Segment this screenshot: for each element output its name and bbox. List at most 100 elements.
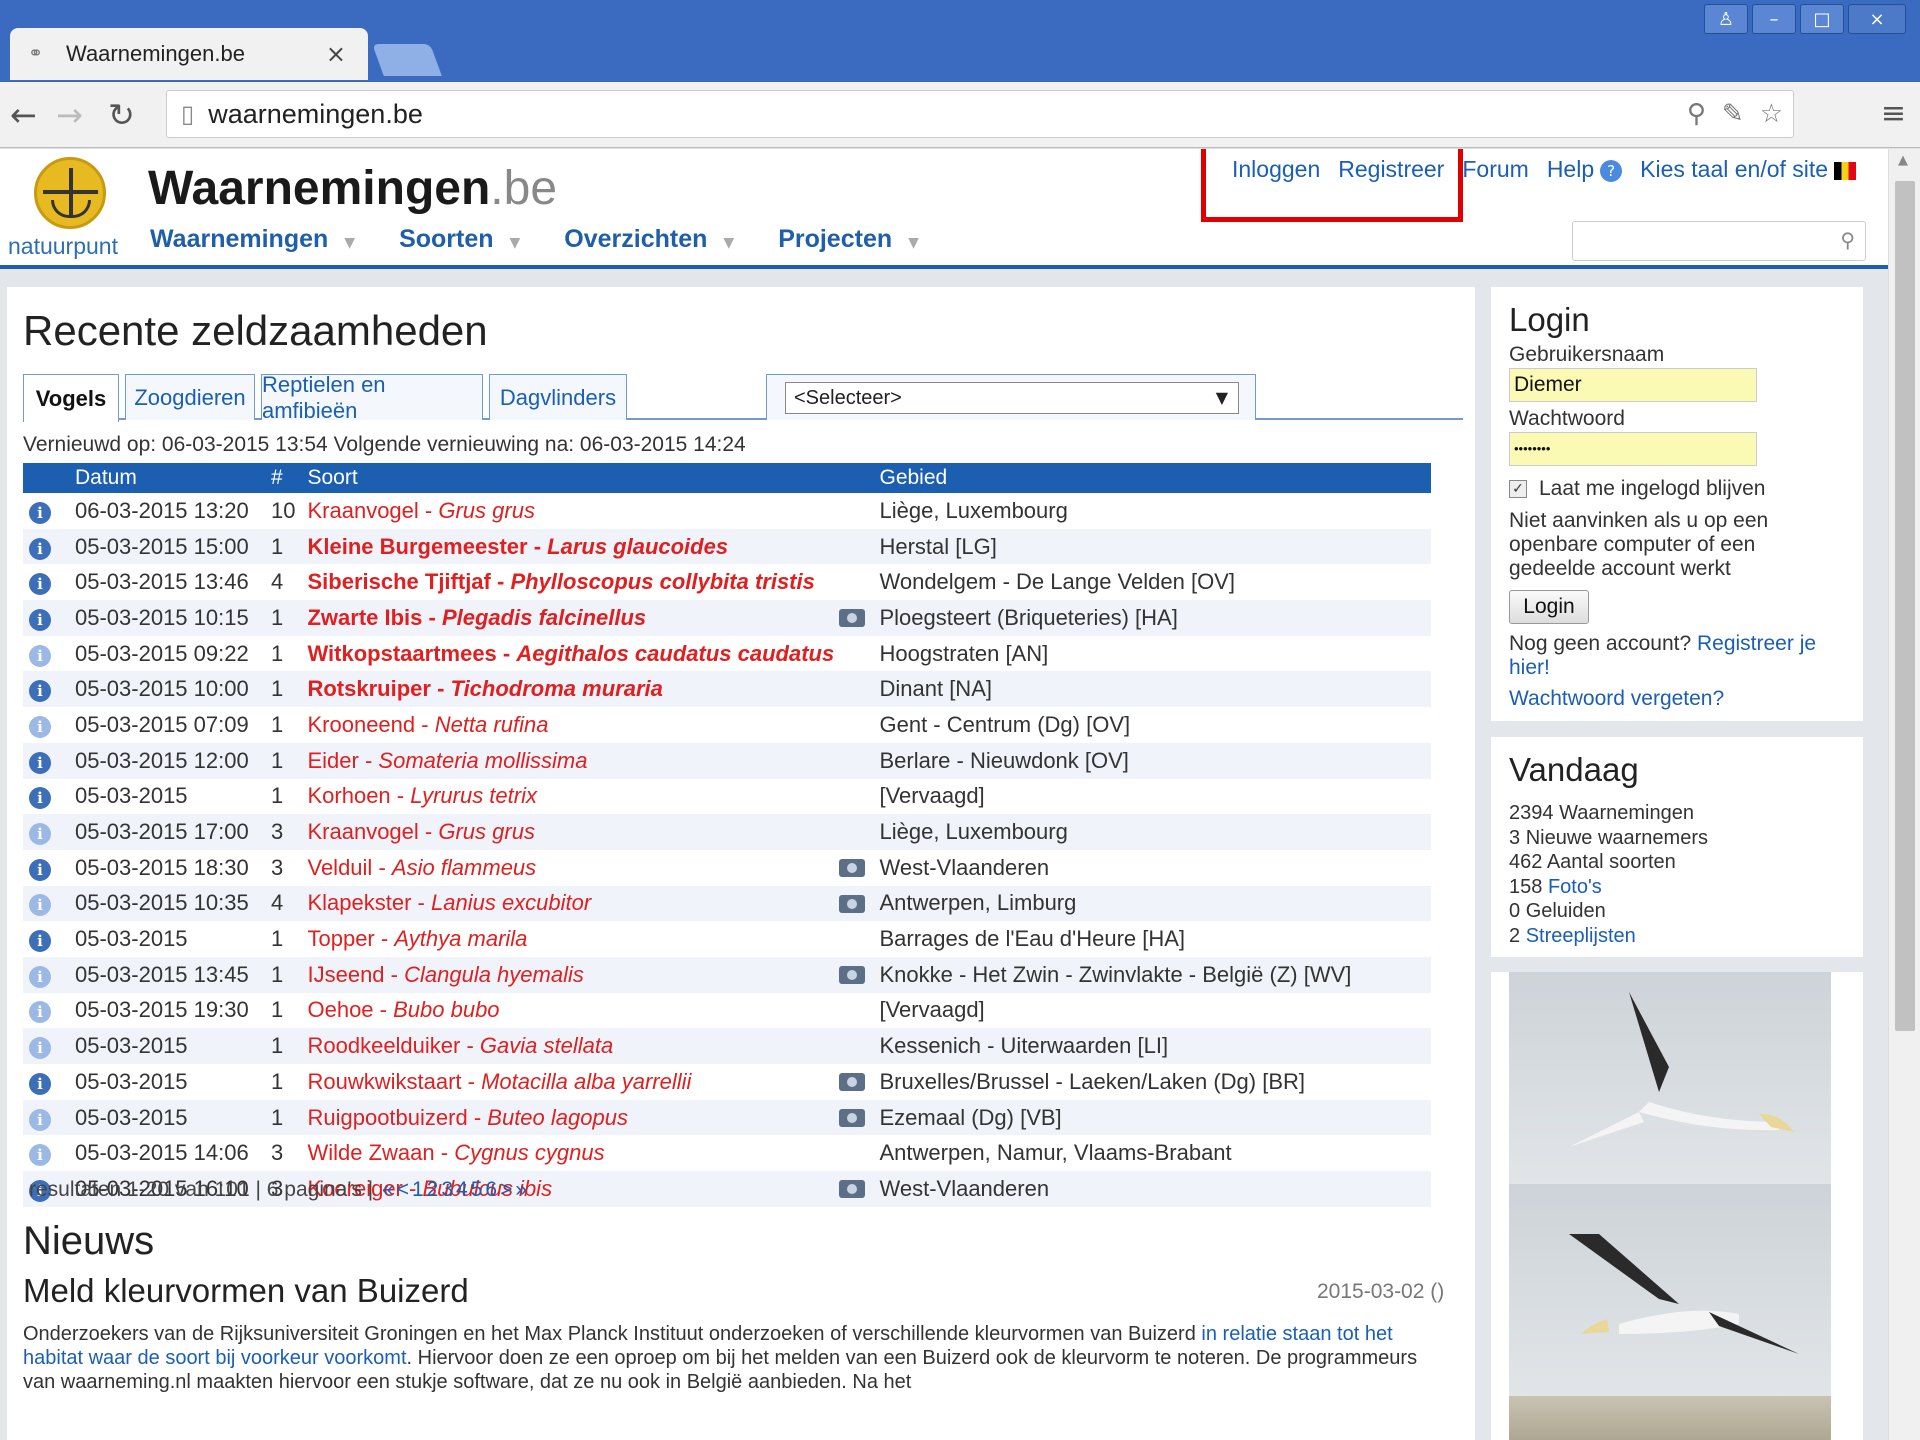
table-row[interactable]: i 05-03-2015 10:00 1 Rotskruiper - Tichodro… — [23, 671, 1431, 708]
info-icon[interactable]: i — [29, 608, 51, 631]
extension-icon[interactable]: ✎ — [1722, 99, 1744, 129]
row-info[interactable]: i — [23, 1099, 69, 1136]
species-link[interactable]: Wilde Zwaan - Cygnus cygnus — [307, 1140, 604, 1165]
username-input[interactable]: Diemer — [1509, 368, 1757, 402]
table-row[interactable]: i 05-03-2015 17:00 3 Kraanvogel - Grus grus… — [23, 814, 1431, 850]
pager-link[interactable]: 2 — [427, 1178, 439, 1201]
info-icon[interactable]: i — [29, 823, 51, 846]
natuurpunt-label[interactable]: natuurpunt — [8, 233, 118, 260]
row-info[interactable]: i — [23, 885, 69, 922]
row-info[interactable]: i — [23, 564, 69, 600]
pager-link[interactable]: 3 — [441, 1178, 453, 1201]
info-icon[interactable]: i — [29, 501, 51, 524]
table-row[interactable]: i 05-03-2015 10:15 1 Zwarte Ibis - Plegadis… — [23, 600, 1431, 636]
species-link[interactable]: Kleine Burgemeester - Larus glaucoides — [307, 534, 728, 559]
pager-link[interactable]: < — [397, 1178, 409, 1201]
species-link[interactable]: Krooneend - Netta rufina — [307, 712, 548, 737]
col-gebied[interactable]: Gebied — [873, 463, 1431, 493]
info-icon[interactable]: i — [29, 537, 51, 560]
natuurpunt-logo[interactable] — [34, 157, 106, 229]
info-icon[interactable]: i — [29, 1108, 51, 1131]
camera-icon[interactable] — [839, 965, 866, 984]
info-icon[interactable]: i — [29, 1072, 51, 1095]
species-link[interactable]: Witkopstaartmees - Aegithalos caudatus c… — [307, 641, 834, 666]
info-icon[interactable]: i — [29, 573, 51, 596]
news-item-title[interactable]: Meld kleurvormen van Buizerd — [23, 1272, 469, 1310]
camera-icon[interactable] — [839, 1180, 866, 1199]
species-link[interactable]: Velduil - Asio flammeus — [307, 855, 536, 880]
help-link[interactable]: Help? — [1547, 156, 1623, 183]
browser-tab[interactable]: ⚭ Waarnemingen.be × — [10, 28, 368, 80]
row-info[interactable]: i — [23, 707, 69, 743]
info-icon[interactable]: i — [29, 965, 51, 988]
info-icon[interactable]: i — [29, 894, 51, 917]
col-soort[interactable]: Soort — [301, 463, 874, 493]
species-link[interactable]: Oehoe - Bubo bubo — [307, 997, 499, 1022]
row-info[interactable]: i — [23, 1028, 69, 1064]
pager-link[interactable]: « — [382, 1178, 394, 1201]
info-icon[interactable]: i — [29, 787, 51, 810]
search-icon[interactable]: ⚲ — [1840, 228, 1855, 252]
pager-link[interactable]: » — [515, 1178, 527, 1201]
forum-link[interactable]: Forum — [1462, 156, 1528, 183]
info-icon[interactable]: i — [29, 751, 51, 774]
nav-projecten[interactable]: Projecten ▼ — [778, 225, 919, 254]
user-icon[interactable]: ♙ — [1704, 4, 1748, 34]
camera-icon[interactable] — [839, 894, 866, 913]
table-row[interactable]: i 05-03-2015 12:00 1 Eider - Somateria moll… — [23, 742, 1431, 779]
table-row[interactable]: i 05-03-2015 07:09 1 Krooneend - Netta rufi… — [23, 707, 1431, 743]
info-icon[interactable]: i — [29, 1001, 51, 1024]
species-link[interactable]: Korhoen - Lyrurus tetrix — [307, 783, 537, 808]
row-info[interactable]: i — [23, 671, 69, 708]
site-search-input[interactable]: ⚲ — [1572, 221, 1866, 261]
row-info[interactable]: i — [23, 600, 69, 636]
gannet-photo-1[interactable] — [1509, 972, 1831, 1184]
table-row[interactable]: i 05-03-2015 13:45 1 IJseend - Clangula hye… — [23, 956, 1431, 993]
table-row[interactable]: i 05-03-2015 1 Ruigpootbuizerd - Buteo lago… — [23, 1099, 1431, 1136]
species-link[interactable]: Siberische Tjiftjaf - Phylloscopus colly… — [307, 569, 814, 594]
row-info[interactable]: i — [23, 1064, 69, 1100]
login-button[interactable]: Login — [1509, 590, 1589, 624]
table-row[interactable]: i 05-03-2015 1 Korhoen - Lyrurus tetrix [Ver… — [23, 779, 1431, 815]
species-link[interactable]: Klapekster - Lanius excubitor — [307, 890, 591, 915]
species-link[interactable]: Rouwkwikstaart - Motacilla alba yarrelli… — [307, 1069, 691, 1094]
language-link[interactable]: Kies taal en/of site — [1640, 156, 1857, 183]
row-info[interactable]: i — [23, 850, 69, 886]
pager-link[interactable]: > — [500, 1178, 512, 1201]
table-row[interactable]: i 05-03-2015 1 Topper - Aythya marila Barrag… — [23, 921, 1431, 957]
new-tab-button[interactable] — [372, 44, 442, 76]
species-link[interactable]: Eider - Somateria mollissima — [307, 748, 587, 773]
stat-link[interactable]: Foto's — [1548, 876, 1602, 898]
species-link[interactable]: Ruigpootbuizerd - Buteo lagopus — [307, 1105, 627, 1130]
page-scrollbar[interactable]: ▲ — [1888, 149, 1920, 1440]
table-row[interactable]: i 05-03-2015 13:46 4 Siberische Tjiftjaf - … — [23, 564, 1431, 600]
forgot-password-link[interactable]: Wachtwoord vergeten? — [1509, 687, 1724, 711]
species-link[interactable]: Roodkeelduiker - Gavia stellata — [307, 1033, 613, 1058]
tab-reptielen[interactable]: Reptielen en amfibieën — [261, 372, 483, 423]
species-link[interactable]: Zwarte Ibis - Plegadis falcinellus — [307, 605, 646, 630]
species-link[interactable]: Kraanvogel - Grus grus — [307, 498, 534, 523]
info-icon[interactable]: i — [29, 858, 51, 881]
close-tab-icon[interactable]: × — [326, 40, 346, 68]
scroll-up-icon[interactable]: ▲ — [1898, 153, 1908, 168]
pager-link[interactable]: 4 — [456, 1178, 468, 1201]
bookmark-star-icon[interactable]: ☆ — [1760, 99, 1783, 129]
zoom-icon[interactable]: ⚲ — [1687, 99, 1706, 129]
row-info[interactable]: i — [23, 636, 69, 672]
tab-zoogdieren[interactable]: Zoogdieren — [125, 374, 255, 420]
minimize-button[interactable]: – — [1752, 4, 1796, 34]
row-info[interactable]: i — [23, 528, 69, 565]
table-row[interactable]: i 05-03-2015 18:30 3 Velduil - Asio flammeu… — [23, 850, 1431, 886]
camera-icon[interactable] — [839, 858, 866, 877]
table-row[interactable]: i 05-03-2015 14:06 3 Wilde Zwaan - Cygnus c… — [23, 1135, 1431, 1171]
tab-dagvlinders[interactable]: Dagvlinders — [489, 374, 627, 420]
row-info[interactable]: i — [23, 742, 69, 779]
scroll-thumb[interactable] — [1895, 181, 1915, 1031]
gannet-photo-2[interactable] — [1509, 1184, 1831, 1396]
nav-waarnemingen[interactable]: Waarnemingen ▼ — [150, 225, 355, 254]
remember-me[interactable]: ✓ Laat me ingelogd blijven — [1509, 477, 1766, 501]
address-bar[interactable]: ▯ waarnemingen.be ⚲ ✎ ☆ — [166, 90, 1794, 138]
info-icon[interactable]: i — [29, 644, 51, 667]
checkbox-checked-icon[interactable]: ✓ — [1509, 480, 1527, 498]
table-row[interactable]: i 05-03-2015 1 Roodkeelduiker - Gavia stell… — [23, 1028, 1431, 1064]
